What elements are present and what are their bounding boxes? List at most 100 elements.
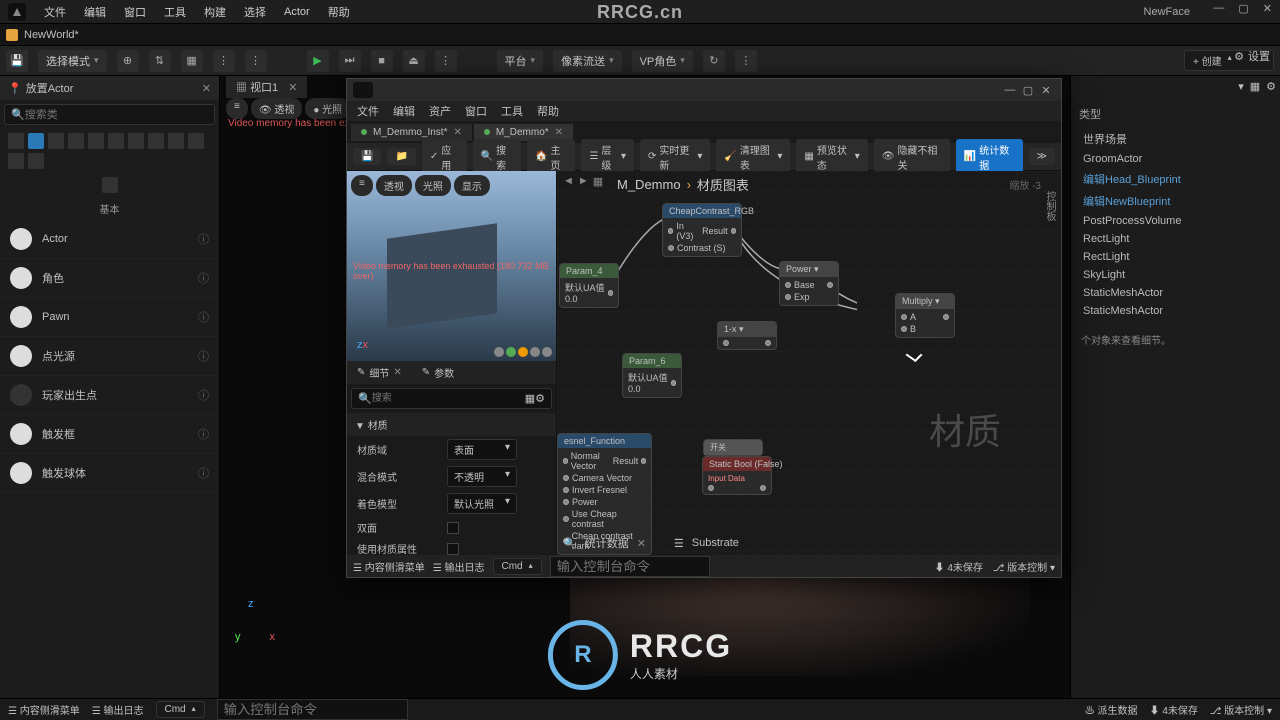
params-tab[interactable]: ✎ 参数 bbox=[412, 361, 464, 384]
minimize-icon[interactable]: — bbox=[1213, 2, 1224, 15]
breadcrumb-root[interactable]: M_Demmo bbox=[617, 177, 681, 192]
me-preview-viewport[interactable]: ≡ 透视 光照 显示 Video memory has been exhaust… bbox=[347, 171, 556, 361]
clean-btn[interactable]: 🧹清理图表▾ bbox=[716, 139, 790, 175]
nav-fwd-icon[interactable]: ► bbox=[578, 175, 589, 188]
me-perspective-btn[interactable]: 透视 bbox=[376, 175, 412, 196]
details-tab[interactable]: ✎ 细节 ✕ bbox=[347, 361, 412, 384]
vc-btn[interactable]: ⎇ 版本控制 ▾ bbox=[993, 559, 1055, 574]
menu-help[interactable]: 帮助 bbox=[328, 4, 350, 20]
derived-data-btn[interactable]: ♨ 派生数据 bbox=[1085, 702, 1138, 717]
cmd-input[interactable] bbox=[217, 699, 408, 720]
close-icon[interactable]: ✕ bbox=[637, 537, 646, 550]
info-icon[interactable]: ⓘ bbox=[198, 387, 209, 403]
me-lit-btn[interactable]: 光照 bbox=[415, 175, 451, 196]
search-btn[interactable]: 🔍搜索 bbox=[473, 139, 521, 175]
menu-select[interactable]: 选择 bbox=[244, 4, 266, 20]
grid-icon[interactable]: ▦ bbox=[525, 392, 535, 405]
hierarchy-btn[interactable]: ☰层级▾ bbox=[581, 139, 634, 175]
me-menu-file[interactable]: 文件 bbox=[357, 103, 379, 119]
vp-hamburger-icon[interactable]: ≡ bbox=[226, 98, 248, 119]
filter-b-icon[interactable] bbox=[188, 133, 204, 149]
drawer-btn[interactable]: ☰ 内容侧滑菜单 bbox=[353, 559, 425, 574]
node-param4[interactable]: Param_4 默认UA值 0.0 bbox=[559, 263, 619, 308]
search-input[interactable] bbox=[25, 109, 208, 121]
info-icon[interactable]: ⓘ bbox=[198, 465, 209, 481]
info-icon[interactable]: ⓘ bbox=[198, 348, 209, 364]
actor-item[interactable]: 触发框ⓘ bbox=[0, 415, 219, 454]
vp-lit-btn[interactable]: ● 光照 bbox=[305, 98, 350, 119]
cube-icon[interactable] bbox=[506, 347, 516, 357]
actor-item[interactable]: Actorⓘ bbox=[0, 220, 219, 259]
menu-edit[interactable]: 编辑 bbox=[84, 4, 106, 20]
close-icon[interactable]: ✕ bbox=[555, 127, 563, 138]
close-icon[interactable]: ✕ bbox=[1037, 82, 1055, 98]
custom-icon[interactable] bbox=[542, 347, 552, 357]
settings-button[interactable]: ⚙ 设置 bbox=[1234, 48, 1270, 64]
dropdown[interactable]: 默认光照▾ bbox=[447, 493, 517, 514]
material-section[interactable]: ▼ 材质 bbox=[347, 413, 556, 436]
play-icon[interactable]: ▶ bbox=[307, 50, 329, 72]
close-icon[interactable]: ✕ bbox=[1263, 2, 1272, 15]
outliner-item[interactable]: StaticMeshActor bbox=[1071, 302, 1280, 320]
outliner-item[interactable]: RectLight bbox=[1071, 230, 1280, 248]
unsaved-btn[interactable]: ⬇ 4未保存 bbox=[935, 559, 983, 574]
cmd-input[interactable] bbox=[550, 556, 710, 577]
filter-a-icon[interactable] bbox=[168, 133, 184, 149]
filter-icon[interactable]: ▦ bbox=[1250, 80, 1260, 98]
maximize-icon[interactable]: ▢ bbox=[1019, 82, 1037, 98]
gear-icon[interactable]: ⚙ bbox=[1266, 80, 1276, 98]
minimize-icon[interactable]: — bbox=[1001, 82, 1019, 98]
vprole-dropdown[interactable]: VP角色 bbox=[632, 50, 693, 72]
add-icon[interactable]: ⊕ bbox=[117, 50, 139, 72]
filter-recent-icon[interactable] bbox=[8, 133, 24, 149]
options-icon[interactable]: ⋮ bbox=[435, 50, 457, 72]
details-search[interactable]: 🔍▦ ⚙ bbox=[351, 388, 552, 409]
filter-d-icon[interactable] bbox=[28, 153, 44, 169]
live-btn[interactable]: ⟳实时更新▾ bbox=[640, 139, 710, 175]
outliner-item[interactable]: GroomActor bbox=[1071, 150, 1280, 168]
place-actors-tab[interactable]: 📍 放置Actor✕ bbox=[0, 76, 219, 100]
outliner-item[interactable]: SkyLight bbox=[1071, 266, 1280, 284]
search-box[interactable]: 🔍 bbox=[4, 104, 215, 125]
maximize-icon[interactable]: ▢ bbox=[1238, 2, 1248, 15]
sphere-icon[interactable] bbox=[494, 347, 504, 357]
outliner-item[interactable]: RectLight bbox=[1071, 248, 1280, 266]
outliner-item[interactable]: 编辑NewBlueprint bbox=[1071, 190, 1280, 212]
refresh-icon[interactable]: ↻ bbox=[703, 50, 725, 72]
dropdown[interactable]: 表面▾ bbox=[447, 439, 517, 460]
grid-icon[interactable]: ▦ bbox=[593, 175, 603, 188]
outliner-item[interactable]: 编辑Head_Blueprint bbox=[1071, 168, 1280, 190]
mode-dropdown[interactable]: 选择模式 bbox=[38, 50, 107, 72]
filter-vol-icon[interactable] bbox=[128, 133, 144, 149]
filter-c-icon[interactable] bbox=[8, 153, 24, 169]
vc-btn[interactable]: ⎇ 版本控制 ▾ bbox=[1210, 702, 1272, 717]
filter-basic-icon[interactable] bbox=[28, 133, 44, 149]
drawer-btn[interactable]: ☰ 内容侧滑菜单 bbox=[8, 702, 80, 717]
me-menu-edit[interactable]: 编辑 bbox=[393, 103, 415, 119]
cmd-dropdown[interactable]: Cmd bbox=[493, 558, 542, 575]
stats-btn[interactable]: 📊统计数据 bbox=[956, 139, 1023, 175]
apply-btn[interactable]: ✓应用 bbox=[422, 139, 467, 175]
checkbox[interactable] bbox=[447, 543, 459, 555]
eject-icon[interactable]: ⏏ bbox=[403, 50, 425, 72]
sequencer-icon[interactable]: ⋮ bbox=[213, 50, 235, 72]
cylinder-icon[interactable] bbox=[518, 347, 528, 357]
me-tab[interactable]: M_Demmo*✕ bbox=[474, 124, 573, 141]
stop-icon[interactable]: ■ bbox=[371, 50, 393, 72]
actor-item[interactable]: 玩家出生点ⓘ bbox=[0, 376, 219, 415]
menu-file[interactable]: 文件 bbox=[44, 4, 66, 20]
home-btn[interactable]: 🏠主页 bbox=[527, 139, 575, 175]
close-icon[interactable]: ✕ bbox=[453, 127, 461, 138]
filter-all-icon[interactable] bbox=[148, 133, 164, 149]
node-oneminus[interactable]: 1-x ▾ bbox=[717, 321, 777, 350]
me-titlebar[interactable]: — ▢ ✕ bbox=[347, 79, 1061, 101]
node-param6[interactable]: Param_6 默认UA值 0.0 bbox=[622, 353, 682, 398]
close-icon[interactable]: ✕ bbox=[288, 82, 297, 94]
info-icon[interactable]: ⓘ bbox=[198, 270, 209, 286]
actor-item[interactable]: 触发球体ⓘ bbox=[0, 454, 219, 493]
preview-btn[interactable]: ▦预览状态▾ bbox=[796, 139, 867, 175]
checkbox[interactable] bbox=[447, 522, 459, 534]
step-icon[interactable]: ⏭ bbox=[339, 50, 361, 72]
info-icon[interactable]: ⓘ bbox=[198, 426, 209, 442]
outliner-item[interactable]: PostProcessVolume bbox=[1071, 212, 1280, 230]
